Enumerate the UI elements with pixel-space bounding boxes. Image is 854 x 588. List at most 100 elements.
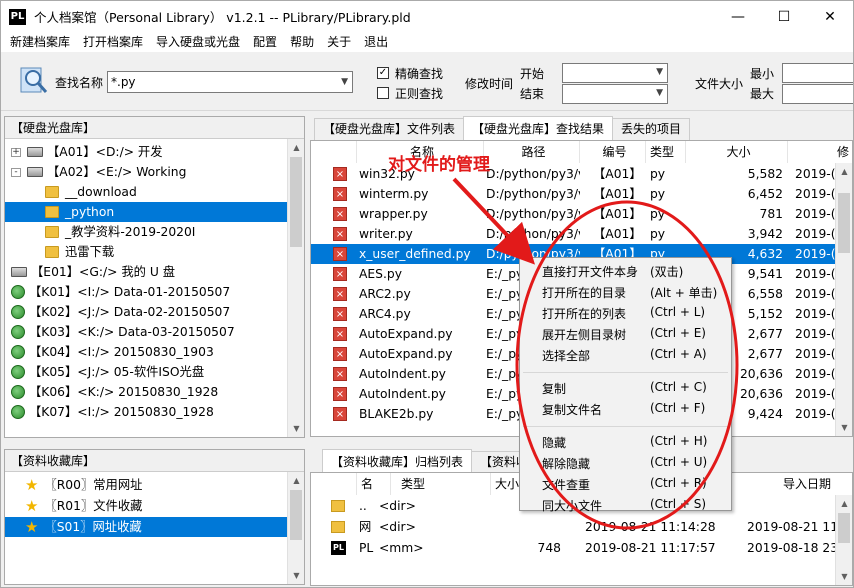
context-menu-item[interactable]: 文件查重 (Ctrl + R) <box>542 476 707 493</box>
scroll-down-icon[interactable]: ▼ <box>836 419 852 436</box>
start-date-picker[interactable]: ▼ <box>562 63 668 83</box>
tree-item-label: 【A01】<D:/> 开发 <box>47 145 163 159</box>
tree-item[interactable]: _教学资料-2019-2020I <box>5 222 287 242</box>
tree-item[interactable]: 迅雷下载 <box>5 242 287 262</box>
context-menu-item[interactable]: 隐藏 (Ctrl + H) <box>542 434 707 451</box>
favorite-item[interactable]: ★ 〖R00〗常用网址 <box>5 475 287 495</box>
app-logo-icon: PL <box>9 8 26 25</box>
menu-open-library[interactable]: 打开档案库 <box>78 32 148 52</box>
tree-item[interactable]: 【K05】<J:/> 05-软件ISO光盘 <box>5 362 287 382</box>
context-menu-item[interactable]: 复制 (Ctrl + C) <box>542 380 707 397</box>
max-size-input[interactable] <box>782 84 853 104</box>
archive-modified: 2019-08-21 11:14:28 <box>585 520 715 534</box>
scroll-up-icon[interactable]: ▲ <box>836 163 852 180</box>
scroll-down-icon[interactable]: ▼ <box>288 567 304 584</box>
scroll-thumb[interactable] <box>290 490 302 540</box>
menu-exit[interactable]: 退出 <box>359 32 393 52</box>
search-name-combo[interactable]: *.py ▼ <box>107 71 353 93</box>
disc-icon <box>11 305 25 319</box>
exact-search-checkbox[interactable]: ✓ <box>377 67 389 79</box>
expand-icon[interactable]: + <box>11 147 21 157</box>
archive-row[interactable]: 网 <dir> 2019-08-21 11:14:28 2019-08-21 11: <box>311 517 837 537</box>
column-path-header[interactable]: 路径 <box>484 141 580 163</box>
close-button[interactable]: ✕ <box>807 1 853 32</box>
file-id: 【A01】 <box>593 227 642 241</box>
tree-item[interactable]: 【E01】<G:/> 我的 U 盘 <box>5 262 287 282</box>
column-id-header[interactable]: 编号 <box>580 141 646 163</box>
chevron-down-icon[interactable]: ▼ <box>656 67 663 77</box>
context-menu-item[interactable]: 展开左侧目录树 (Ctrl + E) <box>542 326 706 343</box>
tree-item[interactable]: 【K02】<J:/> Data-02-20150507 <box>5 302 287 322</box>
archive-list-scrollbar[interactable]: ▲ ▼ <box>835 495 852 585</box>
end-date-picker[interactable]: ▼ <box>562 84 668 104</box>
file-row[interactable]: × writer.py D:/python/py3/ve 【A01】 py 3,942 20… <box>311 224 835 244</box>
regex-search-checkbox[interactable] <box>377 87 389 99</box>
menu-import-disk[interactable]: 导入硬盘或光盘 <box>151 32 245 52</box>
scroll-thumb[interactable] <box>838 513 850 543</box>
min-size-input[interactable] <box>782 63 853 83</box>
archive-row[interactable]: PL PL <mm> 748 2019-08-21 11:17:57 2019-08-18… <box>311 538 837 558</box>
scroll-up-icon[interactable]: ▲ <box>288 139 304 156</box>
tree-item[interactable]: 【K03】<K:/> Data-03-20150507 <box>5 322 287 342</box>
file-list-scrollbar[interactable]: ▲ ▼ <box>835 163 852 436</box>
menu-about[interactable]: 关于 <box>322 32 356 52</box>
file-row[interactable]: × winterm.py D:/python/py3/ve 【A01】 py 6,452 2… <box>311 184 835 204</box>
tab-archive-list[interactable]: 【资料收藏库】归档列表 <box>322 449 473 473</box>
python-file-icon: × <box>333 347 347 361</box>
context-menu-item[interactable]: 打开所在的目录 (Alt + 单击) <box>542 284 717 301</box>
column-modified-header[interactable]: 修 <box>788 141 852 163</box>
column-type-header[interactable]: 类型 <box>646 141 686 163</box>
favorites-scrollbar[interactable]: ▲ ▼ <box>287 472 304 584</box>
tab-missing-items[interactable]: 丢失的项目 <box>612 118 691 140</box>
column-icon-header[interactable] <box>311 141 357 163</box>
context-menu-item[interactable]: 直接打开文件本身 (双击) <box>542 263 683 280</box>
scroll-down-icon[interactable]: ▼ <box>288 420 304 437</box>
file-row[interactable]: × wrapper.py D:/python/py3/ve 【A01】 py 781 201… <box>311 204 835 224</box>
context-menu-item[interactable]: 同大小文件 (Ctrl + S) <box>542 497 706 514</box>
title-bar: PL 个人档案馆（Personal Library） v1.2.1 -- PLi… <box>1 1 853 32</box>
file-modified: 2019-( <box>795 307 835 321</box>
tab-file-list[interactable]: 【硬盘光盘库】文件列表 <box>314 118 465 140</box>
minimize-button[interactable]: — <box>715 1 761 32</box>
python-file-icon: × <box>333 287 347 301</box>
file-name: AutoExpand.py <box>359 347 453 361</box>
context-menu-item[interactable]: 复制文件名 (Ctrl + F) <box>542 401 705 418</box>
menu-separator <box>523 372 728 373</box>
disk-tree-scrollbar[interactable]: ▲ ▼ <box>287 139 304 437</box>
menu-help[interactable]: 帮助 <box>285 32 319 52</box>
search-icon[interactable] <box>19 66 49 96</box>
scroll-up-icon[interactable]: ▲ <box>836 495 852 512</box>
scroll-thumb[interactable] <box>838 193 850 253</box>
favorite-item[interactable]: ★ 〖R01〗文件收藏 <box>5 496 287 516</box>
tree-item[interactable]: 【K06】<K:/> 20150830_1928 <box>5 382 287 402</box>
tree-item[interactable]: 【K04】<I:/> 20150830_1903 <box>5 342 287 362</box>
tab-search-results[interactable]: 【硬盘光盘库】查找结果 <box>463 116 614 140</box>
tree-item[interactable]: _python <box>5 202 287 222</box>
menu-settings[interactable]: 配置 <box>248 32 282 52</box>
context-menu-item[interactable]: 打开所在的列表 (Ctrl + L) <box>542 305 705 322</box>
chevron-down-icon[interactable]: ▼ <box>341 77 348 87</box>
tree-item[interactable]: + 【A01】<D:/> 开发 <box>5 142 287 162</box>
tree-item[interactable]: __download <box>5 182 287 202</box>
favorite-item-label: 〖S01〗网址收藏 <box>44 520 142 534</box>
favorite-item[interactable]: ★ 〖S01〗网址收藏 <box>5 517 287 537</box>
chevron-down-icon[interactable]: ▼ <box>656 88 663 98</box>
column-size-header[interactable]: 大小 <box>686 141 788 163</box>
tree-item-label: 【E01】<G:/> 我的 U 盘 <box>31 265 176 279</box>
column-import-date-header[interactable]: 导入日期 <box>711 473 852 495</box>
context-menu-item[interactable]: 选择全部 (Ctrl + A) <box>542 347 707 364</box>
menu-new-library[interactable]: 新建档案库 <box>5 32 75 52</box>
scroll-thumb[interactable] <box>290 157 302 247</box>
tree-item[interactable]: - 【A02】<E:/> Working <box>5 162 287 182</box>
tree-item[interactable]: 【K07】<I:/> 20150830_1928 <box>5 402 287 422</box>
tree-item[interactable]: 【K01】<I:/> Data-01-20150507 <box>5 282 287 302</box>
collapse-icon[interactable]: - <box>11 167 21 177</box>
column-type-header[interactable]: 类型 <box>391 473 491 495</box>
column-name-header[interactable]: 名 <box>357 473 391 495</box>
maximize-button[interactable]: ☐ <box>761 1 807 32</box>
column-icon-header[interactable] <box>311 473 357 495</box>
scroll-down-icon[interactable]: ▼ <box>836 568 852 585</box>
context-menu-item[interactable]: 解除隐藏 (Ctrl + U) <box>542 455 707 472</box>
scroll-up-icon[interactable]: ▲ <box>288 472 304 489</box>
archive-type: <dir> <box>379 520 416 534</box>
